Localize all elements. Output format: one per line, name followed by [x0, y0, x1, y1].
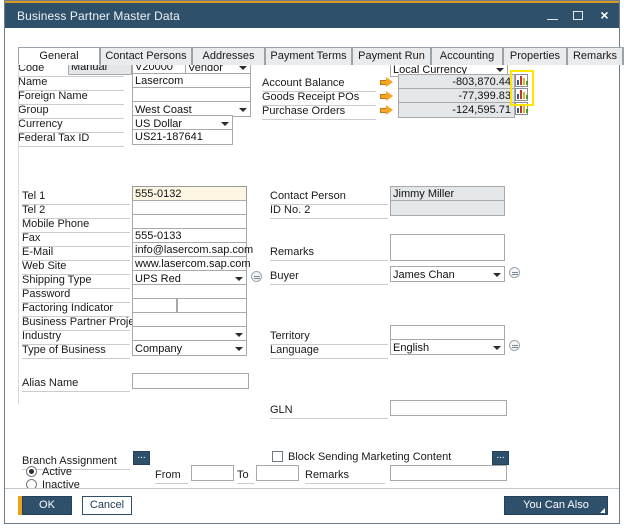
type-of-business-combo[interactable]: Company	[132, 340, 247, 356]
buyer-link-icon[interactable]	[509, 267, 520, 278]
language-combo[interactable]: English	[390, 339, 505, 355]
id-no-2-label: ID No. 2	[270, 203, 388, 219]
maximize-icon[interactable]	[572, 9, 585, 22]
branch-from-label: From	[155, 468, 188, 484]
language-link-icon[interactable]	[509, 340, 520, 351]
tab-label: Remarks	[573, 50, 617, 62]
ok-button[interactable]: OK	[22, 496, 72, 515]
bar-chart-icons-highlight	[510, 70, 534, 106]
marketing-remarks-field[interactable]	[390, 465, 507, 481]
account-balance-drilldown-arrow-icon[interactable]	[380, 76, 394, 88]
tab-label: Contact Persons	[105, 50, 186, 62]
tab-label: Payment Terms	[270, 50, 346, 62]
shipping-type-link-icon[interactable]	[251, 271, 262, 282]
menu-corner-icon	[600, 508, 605, 513]
block-marketing-browse-button[interactable]: ...	[492, 451, 509, 465]
alias-name-field[interactable]	[132, 373, 249, 389]
tab-payment-run[interactable]: Payment Run	[352, 47, 431, 65]
remarks-textarea[interactable]	[390, 234, 505, 261]
branch-from-field[interactable]	[191, 465, 234, 481]
window-controls: ×	[546, 3, 611, 28]
federal-tax-id-label: Federal Tax ID	[18, 131, 124, 147]
purchase-orders-label: Purchase Orders	[262, 104, 376, 120]
chevron-down-icon	[496, 68, 504, 72]
tab-label: Addresses	[203, 50, 255, 62]
goods-receipt-pos-drilldown-arrow-icon[interactable]	[380, 90, 394, 102]
alias-name-label: Alias Name	[22, 376, 130, 392]
tab-general[interactable]: General	[18, 47, 100, 65]
window-client-area: Code Manual V20000 Vendor Name Lasercom …	[5, 28, 619, 488]
chevron-down-icon	[235, 347, 243, 351]
language-value: English	[393, 342, 429, 354]
marketing-remarks-label: Remarks	[305, 468, 385, 484]
window-title: Business Partner Master Data	[17, 9, 180, 23]
chevron-down-icon	[235, 333, 243, 337]
remarks-label: Remarks	[270, 245, 388, 261]
close-icon[interactable]: ×	[598, 9, 611, 22]
you-can-also-button[interactable]: You Can Also	[504, 496, 608, 515]
chevron-down-icon	[239, 66, 247, 70]
minimize-icon[interactable]	[546, 9, 559, 22]
tab-contact-persons[interactable]: Contact Persons	[100, 47, 192, 65]
federal-tax-id-field[interactable]: US21-187641	[132, 129, 233, 145]
cancel-button[interactable]: Cancel	[82, 496, 132, 515]
business-partner-master-data-window: Business Partner Master Data × Code Manu…	[4, 0, 620, 524]
branch-to-field[interactable]	[256, 465, 299, 481]
tab-label: Payment Run	[358, 50, 425, 62]
window-bottom-margin	[0, 524, 624, 528]
gln-field[interactable]	[390, 400, 507, 416]
chevron-down-icon	[239, 108, 247, 112]
block-marketing-label: Block Sending Marketing Content	[288, 450, 451, 464]
tab-remarks[interactable]: Remarks	[567, 47, 623, 65]
chevron-down-icon	[493, 273, 501, 277]
language-label: Language	[270, 343, 388, 359]
window-titlebar: Business Partner Master Data ×	[5, 1, 619, 28]
branch-assignment-label: Branch Assignment	[22, 454, 130, 470]
tab-accounting[interactable]: Accounting	[431, 47, 503, 65]
buyer-combo[interactable]: James Chan	[390, 266, 505, 282]
chevron-down-icon	[221, 122, 229, 126]
chevron-down-icon	[235, 277, 243, 281]
buyer-value: James Chan	[393, 269, 455, 281]
purchase-orders-value: -124,595.71	[398, 102, 515, 118]
block-marketing-checkbox[interactable]	[272, 451, 283, 462]
dialog-footer: OK Cancel You Can Also	[5, 488, 619, 523]
tab-strip: General Contact Persons Addresses Paymen…	[18, 47, 607, 65]
branch-option-active-label: Active	[42, 465, 72, 479]
tab-addresses[interactable]: Addresses	[192, 47, 265, 65]
gln-label: GLN	[270, 403, 388, 419]
tab-payment-terms[interactable]: Payment Terms	[265, 47, 352, 65]
purchase-orders-drilldown-arrow-icon[interactable]	[380, 104, 394, 116]
you-can-also-label: You Can Also	[523, 499, 589, 511]
branch-to-label: To	[237, 468, 254, 484]
buyer-label: Buyer	[270, 269, 388, 285]
type-of-business-value: Company	[135, 343, 182, 355]
tab-label: General	[39, 50, 78, 62]
tab-label: Accounting	[440, 50, 494, 62]
tab-properties[interactable]: Properties	[503, 47, 567, 65]
branch-option-active-radio[interactable]	[26, 466, 37, 477]
tab-label: Properties	[510, 50, 560, 62]
chevron-down-icon	[493, 346, 501, 350]
branch-assignment-browse-button[interactable]: ...	[133, 451, 150, 465]
type-of-business-label: Type of Business	[22, 343, 130, 359]
id-no-2-field[interactable]	[390, 200, 505, 216]
